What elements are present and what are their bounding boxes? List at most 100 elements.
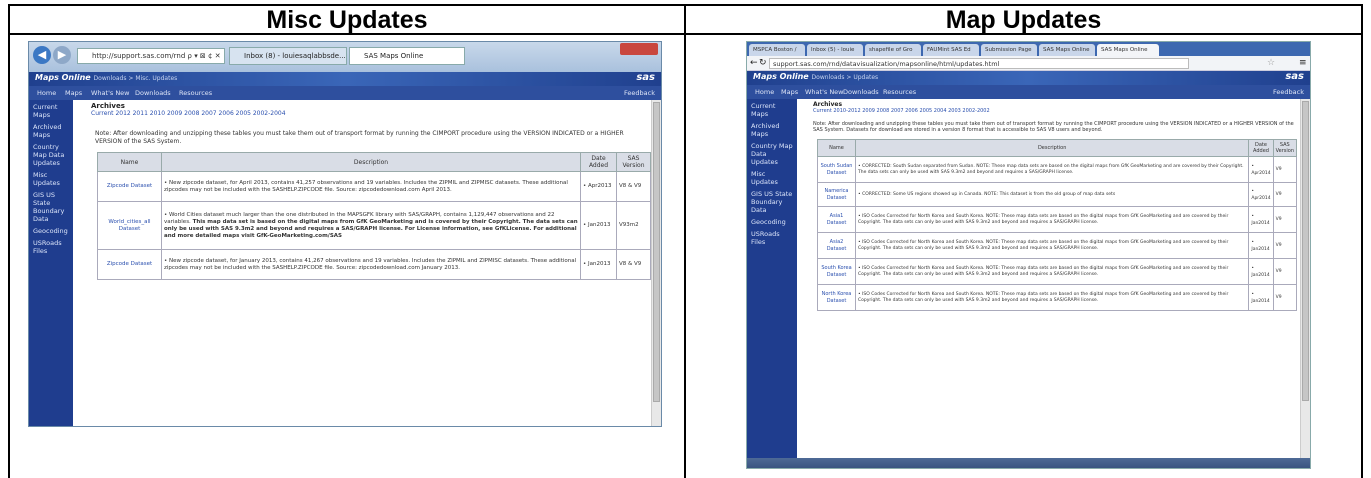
row-date: • Apr2014 [1248,156,1274,183]
sidebar-item-archived-maps[interactable]: Archived Maps [747,119,797,139]
nav-resources[interactable]: Resources [883,88,916,96]
dataset-link[interactable]: Asia1 Dataset [817,206,856,233]
row-version: V93m2 [616,201,651,250]
nav-whats-new[interactable]: What's New [805,88,844,96]
forward-button[interactable]: ▶ [53,46,71,64]
address-bar[interactable]: http://support.sas.com/rnd ⍴ ▾ ⊠ ¢ ✕ [77,48,225,64]
row-date: • Jan2014 [1248,258,1274,285]
table-header: Name Description Date Added SAS Version [97,152,651,172]
tab-faumint[interactable]: FAUMint SAS Ed [923,44,979,56]
row-date: • Apr2013 [580,171,617,202]
row-date: • Apr2014 [1248,182,1274,207]
row-version: V9 [1272,284,1298,311]
sidebar-item-usroads[interactable]: USRoads Files [747,227,797,247]
table-row: Namerica Dataset • CORRECTED: Some US re… [817,182,1298,207]
row-description: • New zipcode dataset, for January 2013,… [161,249,581,280]
site-header: Maps Online Downloads > Updates sas [747,71,1310,85]
page-scrollbar[interactable] [1300,99,1310,459]
nav-whats-new[interactable]: What's New [91,89,130,97]
nav-home[interactable]: Home [37,89,56,97]
row-version: V9 [1272,156,1298,183]
row-date: • Jan2013 [580,249,617,280]
tab-inbox[interactable]: Inbox (8) - louiesaqlabbsde... [229,47,347,65]
sidebar-item-archived-maps[interactable]: Archived Maps [29,120,73,140]
transport-note: Note: After downloading and unzipping th… [95,130,624,145]
middle-border [684,4,686,478]
tab-shapefile[interactable]: shapefile of Gro [865,44,921,56]
table-row: World_cities_all Dataset • World Cities … [97,201,651,250]
archive-links[interactable]: Current 2012 2011 2010 2009 2008 2007 20… [91,110,286,117]
back-button[interactable]: ◀ [33,46,51,64]
sidebar-item-geocoding[interactable]: Geocoding [29,224,73,236]
chrome-toolbar: ← ↻ support.sas.com/rnd/datavisualizatio… [747,56,1310,71]
row-date: • Jan2013 [580,201,617,250]
row-version: V8 & V9 [616,249,651,280]
right-border [1361,4,1363,478]
tab-sas-maps-2[interactable]: SAS Maps Online [1097,44,1159,56]
nav-maps[interactable]: Maps [65,89,82,97]
sidebar-item-misc-updates[interactable]: Misc Updates [747,167,797,187]
sidebar-item-current-maps[interactable]: Current Maps [29,100,73,120]
col-description: Description [161,152,581,172]
sidebar-item-current-maps[interactable]: Current Maps [747,99,797,119]
tab-sas-maps[interactable]: SAS Maps Online [349,47,465,65]
dataset-link[interactable]: South Korea Dataset [817,258,856,285]
nav-feedback[interactable]: Feedback [624,89,655,97]
page-scrollbar[interactable] [651,100,661,426]
sidebar-item-usroads[interactable]: USRoads Files [29,236,73,256]
reload-icon[interactable]: ↻ [759,58,767,68]
close-window-button[interactable] [620,43,658,55]
dataset-link[interactable]: Namerica Dataset [817,182,856,207]
nav-resources[interactable]: Resources [179,89,212,97]
archive-links[interactable]: Current 2010-2012 2009 2008 2007 2006 20… [813,108,990,114]
row-description: • ISO Codes Corrected for North Korea an… [854,206,1250,233]
col-version: SAS Version [1272,139,1298,157]
table-row: South Sudan Dataset • CORRECTED: South S… [817,156,1298,183]
tab-submission[interactable]: Submission Page [981,44,1037,56]
row-description: • ISO Codes Corrected for North Korea an… [854,258,1250,285]
tab-inbox[interactable]: Inbox (5) - louie [807,44,863,56]
dataset-link[interactable]: South Sudan Dataset [817,156,856,183]
dataset-link[interactable]: World_cities_all Dataset [97,201,162,250]
sidebar-item-gis-boundary[interactable]: GIS US State Boundary Data [29,188,73,224]
sidebar: Current Maps Archived Maps Country Map D… [29,100,73,426]
site-title: Maps Online Downloads > Misc. Updates [35,73,178,82]
row-version: V9 [1272,232,1298,259]
menu-icon[interactable]: ≡ [1299,58,1307,68]
col-date: Date Added [1248,139,1274,157]
back-icon[interactable]: ← [750,58,758,68]
tab-sas-maps-1[interactable]: SAS Maps Online [1039,44,1095,56]
dataset-link[interactable]: Asia2 Dataset [817,232,856,259]
scroll-thumb[interactable] [653,102,660,402]
archives-heading: Archives [813,101,843,108]
scroll-thumb[interactable] [1302,101,1309,401]
row-version: V9 [1272,258,1298,285]
dataset-link[interactable]: Zipcode Dataset [97,171,162,202]
nav-home[interactable]: Home [755,88,774,96]
table-row: Zipcode Dataset • New zipcode dataset, f… [97,249,651,280]
nav-feedback[interactable]: Feedback [1273,88,1304,96]
dataset-link[interactable]: North Korea Dataset [817,284,856,311]
updates-table: Name Description Date Added SAS Version … [97,152,651,280]
sidebar-item-gis-boundary[interactable]: GIS US State Boundary Data [747,187,797,215]
row-version: V9 [1272,206,1298,233]
sidebar-item-geocoding[interactable]: Geocoding [747,215,797,227]
nav-maps[interactable]: Maps [781,88,798,96]
main-content: Archives Current 2012 2011 2010 2009 200… [73,100,653,426]
row-version: V9 [1272,182,1298,207]
sidebar-item-country-map-data[interactable]: Country Map Data Updates [747,139,797,167]
table-row: Asia1 Dataset • ISO Codes Corrected for … [817,206,1298,233]
sas-logo: sas [1285,71,1304,82]
nav-downloads[interactable]: Downloads [135,89,171,97]
dataset-link[interactable]: Zipcode Dataset [97,249,162,280]
star-icon[interactable]: ☆ [1267,58,1275,68]
url-bar[interactable]: support.sas.com/rnd/datavisualization/ma… [769,58,1189,69]
col-date: Date Added [580,152,617,172]
nav-downloads[interactable]: Downloads [843,88,879,96]
windows-taskbar [747,458,1310,468]
col-description: Description [854,139,1250,157]
tab-mspca[interactable]: MSPCA Boston / [749,44,805,56]
sidebar-item-country-map-data[interactable]: Country Map Data Updates [29,140,73,168]
sidebar-item-misc-updates[interactable]: Misc Updates [29,168,73,188]
right-column-title: Map Updates [945,6,1102,34]
